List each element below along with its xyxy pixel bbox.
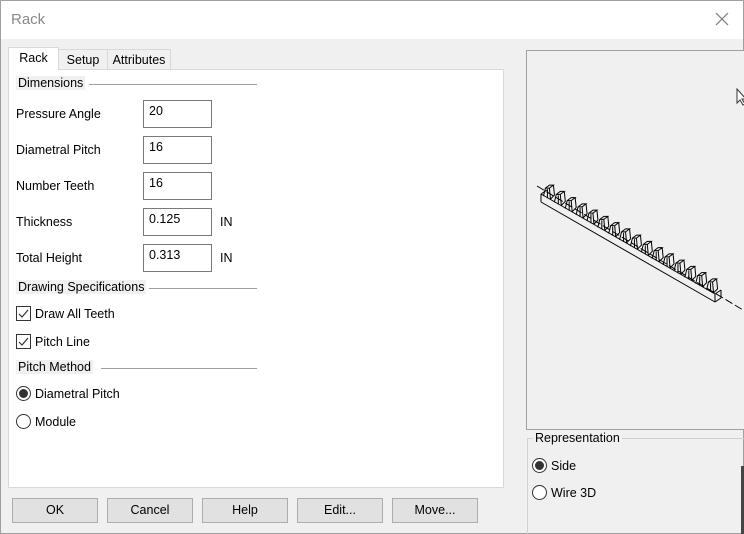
number-teeth-label: Number Teeth <box>16 179 95 193</box>
rack-tooth <box>553 190 566 206</box>
total-height-label: Total Height <box>16 251 83 265</box>
window-title: Rack <box>11 11 46 28</box>
ok-button[interactable]: OK <box>12 498 98 523</box>
rack-right-bottom-edge <box>714 297 722 303</box>
tab-attributes-label: Attributes <box>112 53 166 67</box>
mouse-cursor-icon <box>736 88 744 106</box>
diametral-pitch-input[interactable]: 16 <box>143 136 212 164</box>
module-radio[interactable] <box>16 414 31 429</box>
rack-tooth <box>564 197 577 212</box>
edit-button[interactable]: Edit... <box>297 498 383 523</box>
thickness-unit: IN <box>220 215 233 229</box>
tab-setup[interactable]: Setup <box>58 49 108 69</box>
tab-rack-label: Rack <box>19 51 48 65</box>
draw-all-teeth-label[interactable]: Draw All Teeth <box>35 307 115 321</box>
checkmark-icon <box>18 337 29 346</box>
pitch-line-checkbox[interactable] <box>16 334 31 349</box>
rack-tab-panel: Dimensions Pressure Angle 20 Diametral P… <box>8 69 504 488</box>
thickness-input[interactable]: 0.125 <box>143 208 212 236</box>
move-button[interactable]: Move... <box>392 498 478 523</box>
rack-tooth <box>662 253 675 269</box>
rack-bottom-front-edge <box>540 201 716 303</box>
dimensions-group-label: Dimensions <box>16 76 86 90</box>
total-height-unit: IN <box>220 251 233 265</box>
thickness-label: Thickness <box>16 215 73 229</box>
checkmark-icon <box>18 309 29 318</box>
side-radio-label[interactable]: Side <box>551 459 576 473</box>
number-teeth-input[interactable]: 16 <box>143 172 212 200</box>
pressure-angle-label: Pressure Angle <box>16 107 101 121</box>
rack-tooth <box>640 240 653 256</box>
close-icon[interactable] <box>713 10 731 28</box>
tab-attributes[interactable]: Attributes <box>107 49 171 69</box>
rack-gear-wireframe-icon <box>536 184 744 311</box>
rack-tooth <box>706 278 719 294</box>
total-height-input[interactable]: 0.313 <box>143 244 212 272</box>
help-button[interactable]: Help <box>202 498 288 523</box>
tab-rack[interactable]: Rack <box>8 47 59 70</box>
wire-3d-radio-label[interactable]: Wire 3D <box>551 486 596 500</box>
diametral-pitch-label: Diametral Pitch <box>16 143 101 157</box>
drawing-specs-group-label: Drawing Specifications <box>16 280 147 294</box>
title-bar: Rack <box>1 1 743 39</box>
rack-tooth <box>619 228 632 244</box>
drawing-specs-divider <box>149 288 257 289</box>
rack-tooth <box>542 184 555 200</box>
module-radio-label[interactable]: Module <box>35 415 76 429</box>
rack-tooth <box>608 222 621 237</box>
diametral-pitch-radio[interactable] <box>16 386 31 401</box>
cancel-button[interactable]: Cancel <box>107 498 193 523</box>
rack-preview-viewport <box>526 50 744 430</box>
tab-setup-label: Setup <box>66 53 100 67</box>
diametral-pitch-radio-label[interactable]: Diametral Pitch <box>35 387 120 401</box>
draw-all-teeth-checkbox[interactable] <box>16 306 31 321</box>
side-radio[interactable] <box>532 458 547 473</box>
representation-frame-left <box>527 438 528 534</box>
dimensions-divider <box>89 84 257 85</box>
pitch-method-group-label: Pitch Method <box>16 360 93 374</box>
wire-3d-radio[interactable] <box>532 485 547 500</box>
pressure-angle-input[interactable]: 20 <box>143 100 212 128</box>
rack-tooth <box>629 234 642 250</box>
representation-group-label: Representation <box>533 431 622 445</box>
pitch-line <box>536 185 744 311</box>
rack-tooth <box>651 247 664 262</box>
pitch-method-divider <box>101 368 257 369</box>
pitch-line-label[interactable]: Pitch Line <box>35 335 90 349</box>
